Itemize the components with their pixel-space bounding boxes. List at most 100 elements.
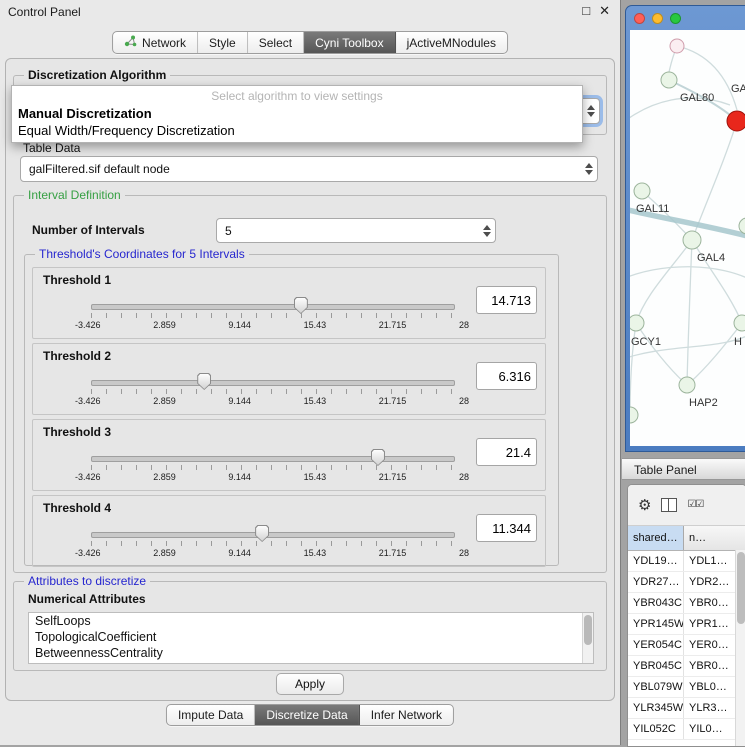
- table-row[interactable]: YDR27…YDR2…: [628, 572, 745, 593]
- tab-label: Select: [259, 36, 292, 50]
- scale-label: 21.715: [379, 396, 407, 406]
- select-columns-icon[interactable]: ☑☑: [687, 500, 703, 510]
- zoom-traffic-light-icon[interactable]: [670, 13, 681, 24]
- network-node[interactable]: [661, 72, 677, 88]
- tab-label: Impute Data: [178, 708, 243, 722]
- threshold-slider[interactable]: [91, 456, 455, 462]
- slider-ticks: [91, 313, 453, 318]
- network-node-label: GAL11: [636, 203, 669, 215]
- table-row[interactable]: YLR345WYLR3…: [628, 698, 745, 719]
- table-cell[interactable]: YBL079W: [628, 677, 684, 697]
- table-row[interactable]: YBR043CYBR0…: [628, 593, 745, 614]
- scrollbar-thumb[interactable]: [737, 552, 745, 624]
- table-cell[interactable]: YDL19…: [628, 551, 684, 571]
- table-row[interactable]: YBL079WYBL0…: [628, 677, 745, 698]
- threshold-slider[interactable]: [91, 304, 455, 310]
- table-cell[interactable]: YBR045C: [628, 656, 684, 676]
- slider-thumb[interactable]: [255, 525, 269, 542]
- table-row[interactable]: YER054CYER0…: [628, 635, 745, 656]
- network-node[interactable]: [734, 315, 745, 331]
- scale-label: 2.859: [153, 320, 176, 330]
- columns-icon[interactable]: [661, 498, 677, 512]
- attribute-item[interactable]: BetweennessCentrality: [29, 645, 593, 661]
- tab-style[interactable]: Style: [198, 32, 248, 53]
- threshold-3-box: Threshold 3 -3.4262.8599.14415.4321.7152…: [32, 419, 546, 491]
- table-row[interactable]: YIL052CYIL0…: [628, 719, 745, 740]
- table-header-row: shared… n…: [628, 526, 745, 551]
- dropdown-option-equal-width[interactable]: Equal Width/Frequency Discretization: [12, 122, 582, 139]
- tab-select[interactable]: Select: [248, 32, 304, 53]
- tab-impute-data[interactable]: Impute Data: [167, 705, 255, 725]
- table-row[interactable]: YBR045CYBR0…: [628, 656, 745, 677]
- scale-label: 2.859: [153, 472, 176, 482]
- threshold-2-box: Threshold 2 -3.4262.8599.14415.4321.7152…: [32, 343, 546, 415]
- network-node[interactable]: [634, 183, 650, 199]
- slider-thumb[interactable]: [371, 449, 385, 466]
- tab-network[interactable]: Network: [113, 32, 198, 53]
- tab-discretize-data[interactable]: Discretize Data: [255, 705, 359, 725]
- column-header-name[interactable]: n…: [684, 526, 745, 550]
- number-of-intervals-combobox[interactable]: 5: [216, 218, 496, 243]
- close-traffic-light-icon[interactable]: [634, 13, 645, 24]
- gear-icon[interactable]: ⚙: [638, 498, 651, 513]
- algorithm-dropdown-list: Select algorithm to view settings Manual…: [11, 85, 583, 143]
- close-icon[interactable]: ✕: [599, 3, 610, 19]
- network-node[interactable]: [630, 315, 644, 331]
- network-node[interactable]: [683, 231, 701, 249]
- table-cell[interactable]: YLR345W: [628, 698, 684, 718]
- slider-thumb[interactable]: [294, 297, 308, 314]
- scrollbar-thumb[interactable]: [584, 615, 592, 645]
- attribute-item[interactable]: TopologicalCoefficient: [29, 629, 593, 645]
- numerical-attributes-label: Numerical Attributes: [28, 592, 146, 606]
- cyni-panel: Discretization Algorithm Select algorith…: [5, 58, 615, 701]
- network-node[interactable]: [679, 377, 695, 393]
- tab-label: Discretize Data: [266, 708, 347, 722]
- threshold-value-field[interactable]: [476, 362, 537, 390]
- tab-label: Network: [142, 36, 186, 50]
- column-header-shared-name[interactable]: shared…: [628, 526, 684, 550]
- tab-cyni-toolbox[interactable]: Cyni Toolbox: [304, 32, 395, 53]
- threshold-slider[interactable]: [91, 380, 455, 386]
- threshold-value-field[interactable]: [476, 286, 537, 314]
- slider-scale: -3.4262.8599.14415.4321.71528: [75, 396, 469, 406]
- table-cell[interactable]: YPR145W: [628, 614, 684, 634]
- slider-thumb[interactable]: [197, 373, 211, 390]
- threshold-value-field[interactable]: [476, 438, 537, 466]
- list-scrollbar[interactable]: [582, 613, 593, 663]
- table-row[interactable]: YPR145WYPR1…: [628, 614, 745, 635]
- threshold-value-field[interactable]: [476, 514, 537, 542]
- network-canvas[interactable]: GAL80GAGAL11GAL4GCY1HHAP2: [630, 30, 745, 446]
- table-toolbar: ⚙ ☑☑: [628, 485, 745, 526]
- combo-stepper-icon: [479, 219, 495, 242]
- scale-label: 15.43: [304, 320, 327, 330]
- table-data-combobox[interactable]: galFiltered.sif default node: [20, 156, 598, 182]
- network-node[interactable]: [670, 39, 684, 53]
- attribute-item[interactable]: SelfLoops: [29, 613, 593, 629]
- minimize-traffic-light-icon[interactable]: [652, 13, 663, 24]
- threshold-slider[interactable]: [91, 532, 455, 538]
- network-node[interactable]: [727, 111, 745, 131]
- dropdown-option-manual-discretization[interactable]: Manual Discretization: [12, 105, 582, 122]
- scale-label: 9.144: [228, 548, 251, 558]
- number-of-intervals-label: Number of Intervals: [32, 223, 145, 237]
- network-node-label: GAL4: [697, 252, 725, 264]
- table-cell[interactable]: YBR043C: [628, 593, 684, 613]
- tab-infer-network[interactable]: Infer Network: [360, 705, 453, 725]
- slider-scale: -3.4262.8599.14415.4321.71528: [75, 548, 469, 558]
- table-row[interactable]: YDL19…YDL1…: [628, 551, 745, 572]
- scale-label: -3.426: [75, 472, 101, 482]
- tab-jactivemnodules[interactable]: jActiveMNodules: [396, 32, 507, 53]
- float-window-icon[interactable]: □: [582, 3, 590, 19]
- table-panel-title: Table Panel: [622, 458, 745, 480]
- table-cell[interactable]: YIL052C: [628, 719, 684, 739]
- table-scrollbar[interactable]: [735, 550, 745, 746]
- apply-button[interactable]: Apply: [276, 673, 344, 695]
- table-cell[interactable]: YDR27…: [628, 572, 684, 592]
- slider-ticks: [91, 465, 453, 470]
- network-node[interactable]: [630, 407, 638, 423]
- table-cell[interactable]: YER054C: [628, 635, 684, 655]
- network-node-label: GAL80: [680, 92, 714, 104]
- combo-stepper-icon: [583, 99, 599, 123]
- threshold-4-box: Threshold 4 -3.4262.8599.14415.4321.7152…: [32, 495, 546, 567]
- tab-label: Infer Network: [371, 708, 442, 722]
